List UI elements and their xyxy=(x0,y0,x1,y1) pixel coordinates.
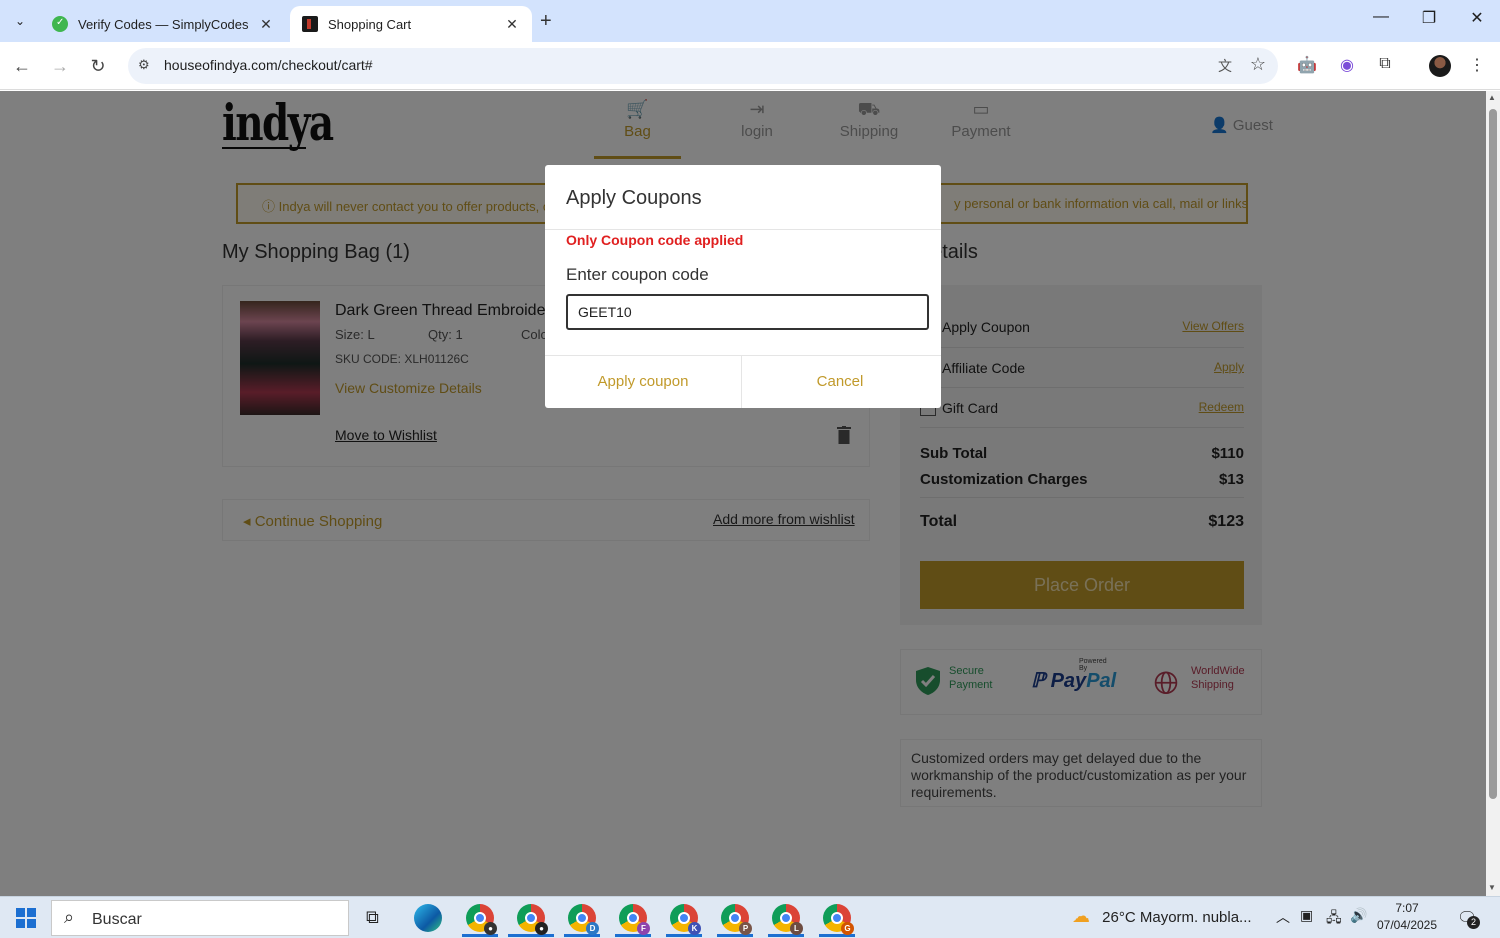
search-placeholder: Buscar xyxy=(92,911,142,928)
browser-toolbar: ← → ↻ ⚙ houseofindya.com/checkout/cart# … xyxy=(0,42,1500,90)
chrome-profile-k-icon[interactable]: K xyxy=(670,904,701,935)
forward-icon[interactable]: → xyxy=(48,54,72,78)
profile-badge: G xyxy=(841,922,854,935)
profile-badge: D xyxy=(586,922,599,935)
tab-title: Shopping Cart xyxy=(328,16,412,32)
apply-coupon-button[interactable]: Apply coupon xyxy=(545,356,741,408)
simplycodes-favicon-icon xyxy=(52,16,68,32)
weather-cloud-icon: ☁ xyxy=(1072,906,1090,926)
address-bar[interactable]: ⚙ houseofindya.com/checkout/cart# 文 ☆ xyxy=(128,48,1278,84)
chrome-profile-g-icon[interactable]: G xyxy=(823,904,854,935)
page-content: indya 🛒 Bag ⇥ login ⛟ Shipping ▭ Payment… xyxy=(0,91,1486,896)
minimize-icon[interactable]: — xyxy=(1366,8,1396,26)
chrome-profile-l-icon[interactable]: L xyxy=(772,904,803,935)
system-clock[interactable]: 7:07 07/04/2025 xyxy=(1376,900,1438,934)
back-icon[interactable]: ← xyxy=(10,54,34,78)
windows-start-icon[interactable] xyxy=(16,908,36,928)
scroll-up-icon[interactable]: ▲ xyxy=(1488,93,1496,102)
notification-count: 2 xyxy=(1467,916,1480,929)
taskbar-search[interactable]: ⌕ Buscar xyxy=(51,900,349,936)
close-tab-icon[interactable]: ✕ xyxy=(504,16,520,33)
chrome-profile-d-icon[interactable]: D xyxy=(568,904,599,935)
edge-browser-icon[interactable] xyxy=(414,904,442,932)
chevron-down-icon: ⌄ xyxy=(14,14,26,28)
chrome-profile-p-icon[interactable]: P xyxy=(721,904,752,935)
page-scrollbar[interactable]: ▲ ▼ xyxy=(1486,91,1500,896)
modal-divider xyxy=(545,229,941,230)
tab-search-button[interactable]: ⌄ xyxy=(8,9,32,33)
weather-widget[interactable]: ☁ 26°C Mayorm. nubla... xyxy=(1072,906,1252,927)
meet-now-icon[interactable]: ▣ xyxy=(1300,907,1313,924)
extension-purple-icon[interactable]: ◉ xyxy=(1336,55,1358,77)
chrome-profile-active-icon[interactable]: ● xyxy=(517,904,548,935)
modal-title: Apply Coupons xyxy=(566,187,702,209)
extension-robot-icon[interactable]: 🤖 xyxy=(1296,55,1318,77)
reload-icon[interactable]: ↻ xyxy=(86,54,110,78)
apply-coupons-modal: Apply Coupons Only Coupon code applied E… xyxy=(545,165,941,408)
close-tab-icon[interactable]: ✕ xyxy=(258,16,274,33)
coupon-field-label: Enter coupon code xyxy=(566,265,709,284)
chevron-up-icon[interactable]: ︿ xyxy=(1276,907,1290,927)
clock-time: 7:07 xyxy=(1395,901,1419,915)
coupon-code-input[interactable] xyxy=(566,294,929,330)
chrome-profile-f-icon[interactable]: F xyxy=(619,904,650,935)
notification-center-icon[interactable]: 🗨2 xyxy=(1457,908,1480,929)
bookmark-star-icon[interactable]: ☆ xyxy=(1250,54,1266,75)
search-icon: ⌕ xyxy=(64,907,75,927)
tab-simplycodes[interactable]: Verify Codes — SimplyCodes ✕ xyxy=(40,6,286,42)
extensions-puzzle-icon[interactable]: ⧉ xyxy=(1374,55,1396,77)
cancel-button[interactable]: Cancel xyxy=(742,356,938,408)
weather-text: 26°C Mayorm. nubla... xyxy=(1102,909,1252,926)
volume-icon[interactable]: 🔊 xyxy=(1350,907,1367,924)
windows-taskbar: ⌕ Buscar ⧉ ● ● D F K P L G ☁ 26°C Mayorm… xyxy=(0,896,1500,938)
translate-icon[interactable]: 文 xyxy=(1218,56,1232,76)
profile-badge: F xyxy=(637,922,650,935)
network-icon[interactable]: 🖧 xyxy=(1326,907,1342,931)
close-window-icon[interactable]: ✕ xyxy=(1462,8,1492,28)
chrome-profile-a-icon[interactable]: ● xyxy=(466,904,497,935)
restore-icon[interactable]: ❐ xyxy=(1414,8,1444,28)
scroll-thumb[interactable] xyxy=(1489,109,1497,799)
profile-avatar[interactable] xyxy=(1429,55,1451,77)
clock-date: 07/04/2025 xyxy=(1376,918,1438,932)
profile-badge: P xyxy=(739,922,752,935)
indya-favicon-icon xyxy=(302,16,318,32)
new-tab-button[interactable]: + xyxy=(540,10,552,33)
browser-tabbar: ⌄ Verify Codes — SimplyCodes ✕ Shopping … xyxy=(0,0,1500,42)
browser-menu-icon[interactable]: ⋮ xyxy=(1466,55,1488,77)
tab-title: Verify Codes — SimplyCodes xyxy=(78,16,249,32)
profile-badge: K xyxy=(688,922,701,935)
tab-shopping-cart[interactable]: Shopping Cart ✕ xyxy=(290,6,532,42)
profile-badge: L xyxy=(790,922,803,935)
scroll-down-icon[interactable]: ▼ xyxy=(1488,883,1496,892)
site-info-icon[interactable]: ⚙ xyxy=(138,57,150,73)
url-text[interactable]: houseofindya.com/checkout/cart# xyxy=(164,57,373,73)
running-indicator xyxy=(508,934,554,937)
coupon-error-message: Only Coupon code applied xyxy=(566,232,744,248)
task-view-icon[interactable]: ⧉ xyxy=(366,907,379,928)
